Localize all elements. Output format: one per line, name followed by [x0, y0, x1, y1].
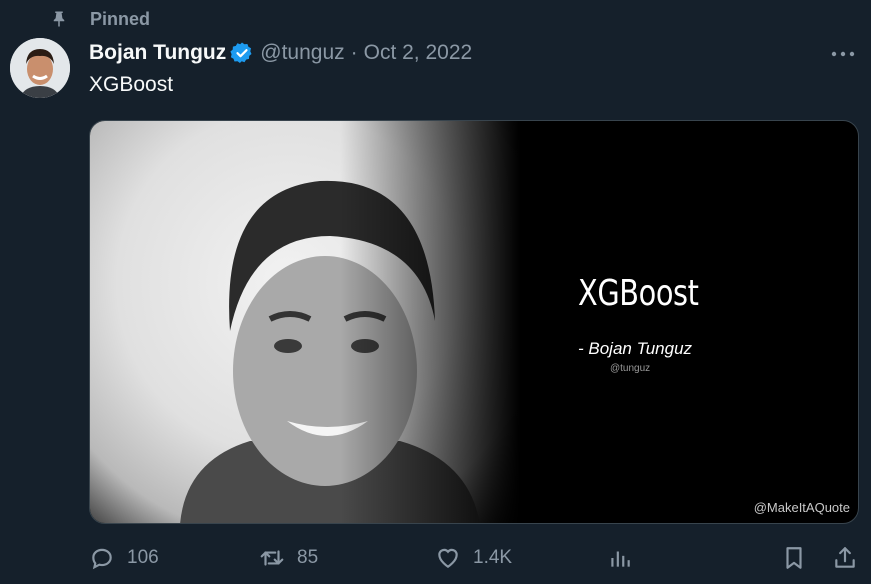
tweet-header: Bojan Tunguz @tunguz · Oct 2, 2022	[89, 40, 472, 66]
pinned-indicator: Pinned	[50, 8, 150, 30]
like-count: 1.4K	[473, 547, 513, 568]
bookmark-button[interactable]	[781, 543, 807, 573]
more-options-icon	[831, 51, 855, 57]
tweet-media[interactable]: XGBoost - Bojan Tunguz @tunguz @MakeItAQ…	[89, 120, 859, 524]
like-button[interactable]: 1.4K	[435, 543, 512, 573]
tweet-text: XGBoost	[89, 73, 174, 96]
reply-icon	[92, 548, 112, 570]
meta-separator: ·	[350, 41, 358, 64]
heart-icon	[438, 548, 458, 568]
more-options-button[interactable]	[829, 42, 857, 66]
share-icon	[835, 547, 855, 568]
author-display-name[interactable]: Bojan Tunguz	[89, 41, 226, 65]
tweet-actions: 106 85 1.4K	[89, 543, 871, 573]
quote-text: XGBoost	[578, 273, 699, 314]
views-button[interactable]	[607, 543, 633, 573]
watermark-text: @MakeItAQuote	[753, 500, 850, 515]
reply-count: 106	[127, 547, 159, 568]
photo-fade	[340, 121, 540, 523]
quote-handle: @tunguz	[610, 363, 651, 374]
avatar-image	[10, 38, 70, 98]
share-button[interactable]	[832, 543, 858, 573]
bookmark-icon	[786, 547, 802, 569]
retweet-count: 85	[297, 547, 319, 568]
retweet-icon	[260, 550, 284, 566]
reply-button[interactable]: 106	[89, 543, 159, 573]
quote-author: - Bojan Tunguz	[578, 339, 693, 358]
pin-icon	[53, 11, 65, 27]
pinned-label: Pinned	[90, 8, 151, 29]
tweet-date[interactable]: Oct 2, 2022	[364, 41, 473, 65]
retweet-button[interactable]: 85	[259, 543, 318, 573]
verified-badge-icon[interactable]	[230, 41, 254, 65]
author-handle[interactable]: @tunguz	[260, 41, 344, 65]
avatar[interactable]	[10, 38, 70, 98]
analytics-icon	[611, 551, 630, 567]
